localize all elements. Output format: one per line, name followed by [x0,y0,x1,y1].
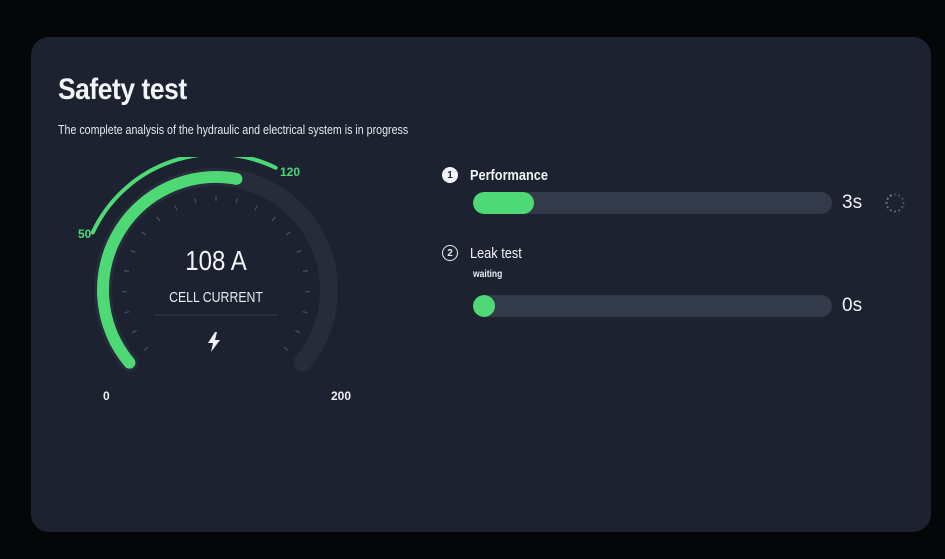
spinner-dot [901,206,904,209]
cell-current-gauge: 108 A CELL CURRENT 0 200 50 120 [71,157,361,427]
gauge-tick [254,205,258,211]
gauge-tick [156,216,161,222]
safety-test-card: Safety test The complete analysis of the… [31,37,931,532]
progress-bar-track [473,295,832,317]
loading-spinner-icon [885,193,905,213]
elapsed-time: 0s [842,295,863,316]
page-subtitle: The complete analysis of the hydraulic a… [58,122,409,137]
lightning-bolt-icon [208,332,220,352]
spinner-dot [901,197,904,200]
step-status: waiting [473,269,503,280]
gauge-range-low-label: 50 [78,227,92,241]
gauge-value: 108 A [185,245,247,276]
progress-bar-fill [473,192,535,214]
step-header: 1 Performance [442,165,562,185]
gauge-tick [302,310,308,314]
spinner-dot [889,209,892,212]
gauge-tick [143,346,149,351]
gauge-tick [194,198,197,204]
progress-bar-track [473,192,832,214]
gauge-tick [131,329,137,334]
gauge-tick [174,205,178,211]
spinner-dot [885,201,888,205]
page-title: Safety test [58,73,187,106]
gauge-range-high-label: 120 [280,165,301,179]
gauge-tick [235,198,238,204]
spinner-dot [893,210,897,213]
spinner-dot [898,194,901,197]
spinner-dot [898,209,901,212]
gauge-tick [295,329,301,334]
step-name: Performance [470,166,548,184]
gauge-min-label: 0 [103,389,110,403]
gauge-max-label: 200 [331,389,352,403]
gauge-tick [271,216,276,222]
elapsed-time: 3s [842,192,863,213]
spinner-dot [893,193,897,196]
step-number-badge: 2 [442,245,458,261]
spinner-dot [902,201,905,205]
gauge-tick [141,231,147,236]
gauge-tick [124,310,130,314]
gauge-label: CELL CURRENT [169,289,263,306]
step-header: 2 Leak test [442,243,531,263]
spinner-dot [886,197,889,200]
spinner-dot [886,206,889,209]
progress-bar-fill [473,295,495,317]
gauge-tick [283,346,289,351]
spinner-dot [889,194,892,197]
step-name: Leak test [470,244,522,262]
gauge-tick [285,231,291,236]
step-number-badge: 1 [442,167,458,183]
